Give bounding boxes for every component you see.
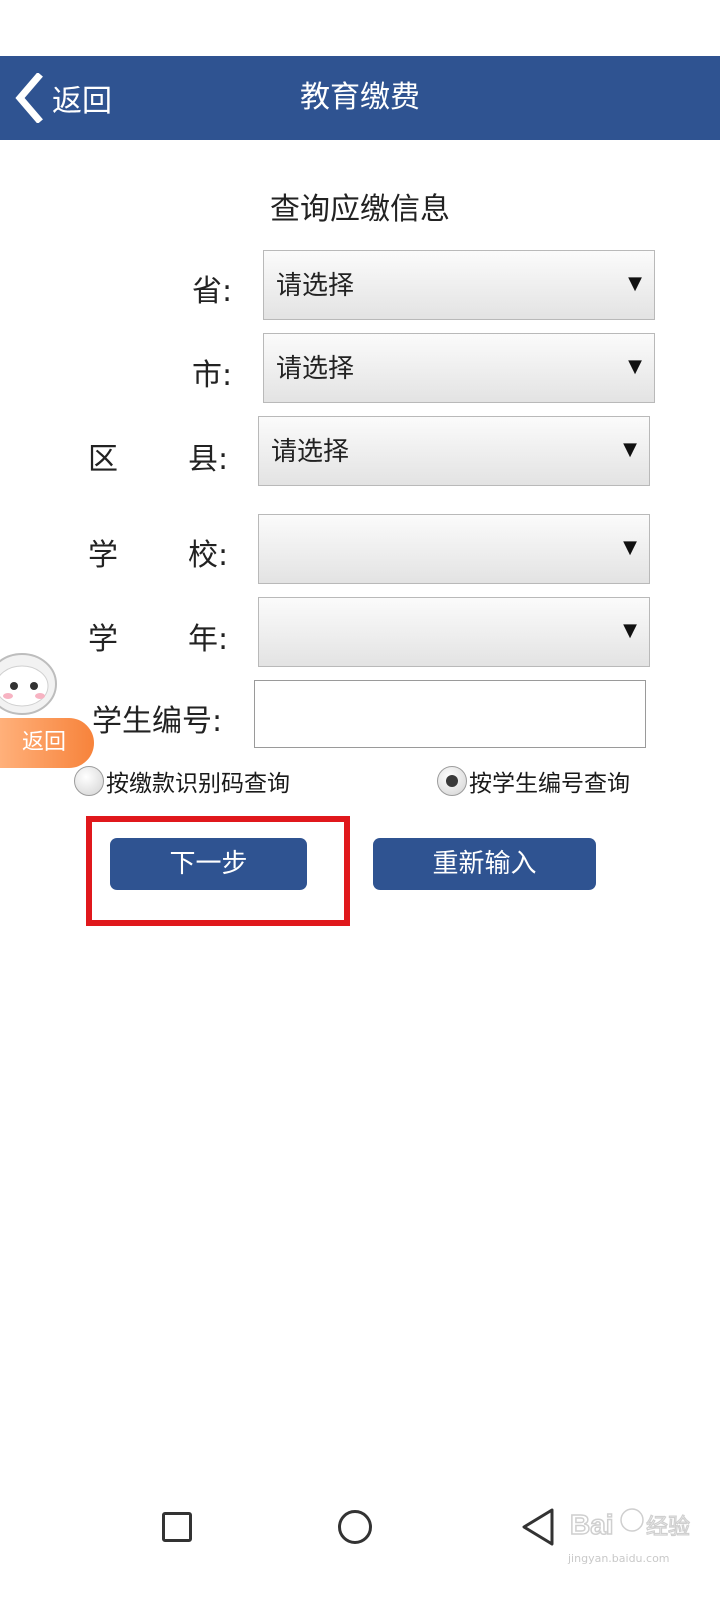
dropdown-arrow-icon: ▼ [623, 537, 637, 558]
floating-return-button[interactable]: 返回 [0, 718, 94, 768]
chevron-left-icon [15, 73, 43, 123]
radio-selected-icon [437, 766, 467, 796]
city-label: 市: [192, 358, 233, 393]
section-title: 查询应缴信息 [270, 192, 450, 227]
year-select[interactable]: ▼ [258, 597, 650, 667]
student-id-label: 学生编号: [92, 704, 223, 739]
dropdown-arrow-icon: ▼ [628, 356, 642, 377]
back-icon[interactable] [518, 1506, 558, 1548]
home-icon[interactable] [338, 1510, 372, 1544]
robot-assistant-icon[interactable] [0, 650, 62, 722]
dropdown-arrow-icon: ▼ [623, 439, 637, 460]
reset-button[interactable]: 重新输入 [373, 838, 596, 890]
watermark-text: jingyan.baidu.com [568, 1552, 670, 1565]
city-select[interactable]: 请选择 ▼ [263, 333, 655, 403]
school-label-left: 学 [88, 538, 118, 573]
district-label-right: 县: [188, 442, 229, 477]
baidu-watermark-logo-icon: Bai 经验 [569, 1508, 691, 1541]
year-label-left: 学 [88, 622, 118, 657]
radio-payment-code[interactable]: 按缴款识别码查询 [74, 764, 290, 798]
school-select[interactable]: ▼ [258, 514, 650, 584]
radio-label: 按学生编号查询 [469, 771, 630, 797]
radio-student-id[interactable]: 按学生编号查询 [437, 764, 630, 798]
next-step-button[interactable]: 下一步 [110, 838, 307, 890]
city-value: 请选择 [276, 354, 355, 384]
province-value: 请选择 [276, 271, 355, 301]
watermark: Bai 经验 jingyan.baidu.com [568, 1500, 698, 1570]
recent-apps-icon[interactable] [162, 1512, 192, 1542]
district-select[interactable]: 请选择 ▼ [258, 416, 650, 486]
dropdown-arrow-icon: ▼ [628, 273, 642, 294]
top-app-bar: 返回 教育缴费 [0, 56, 720, 140]
district-value: 请选择 [271, 437, 350, 467]
radio-circle-icon [74, 766, 104, 796]
svg-text:经验: 经验 [646, 1514, 690, 1539]
back-label: 返回 [52, 84, 112, 119]
radio-label: 按缴款识别码查询 [106, 771, 290, 797]
year-label-right: 年: [188, 622, 229, 657]
svg-text:Bai: Bai [570, 1509, 614, 1540]
dropdown-arrow-icon: ▼ [623, 620, 637, 641]
student-id-input[interactable] [254, 680, 646, 748]
district-label-left: 区 [88, 442, 118, 477]
school-label-right: 校: [188, 538, 229, 573]
province-select[interactable]: 请选择 ▼ [263, 250, 655, 320]
province-label: 省: [192, 274, 233, 309]
back-button[interactable]: 返回 [12, 56, 112, 140]
